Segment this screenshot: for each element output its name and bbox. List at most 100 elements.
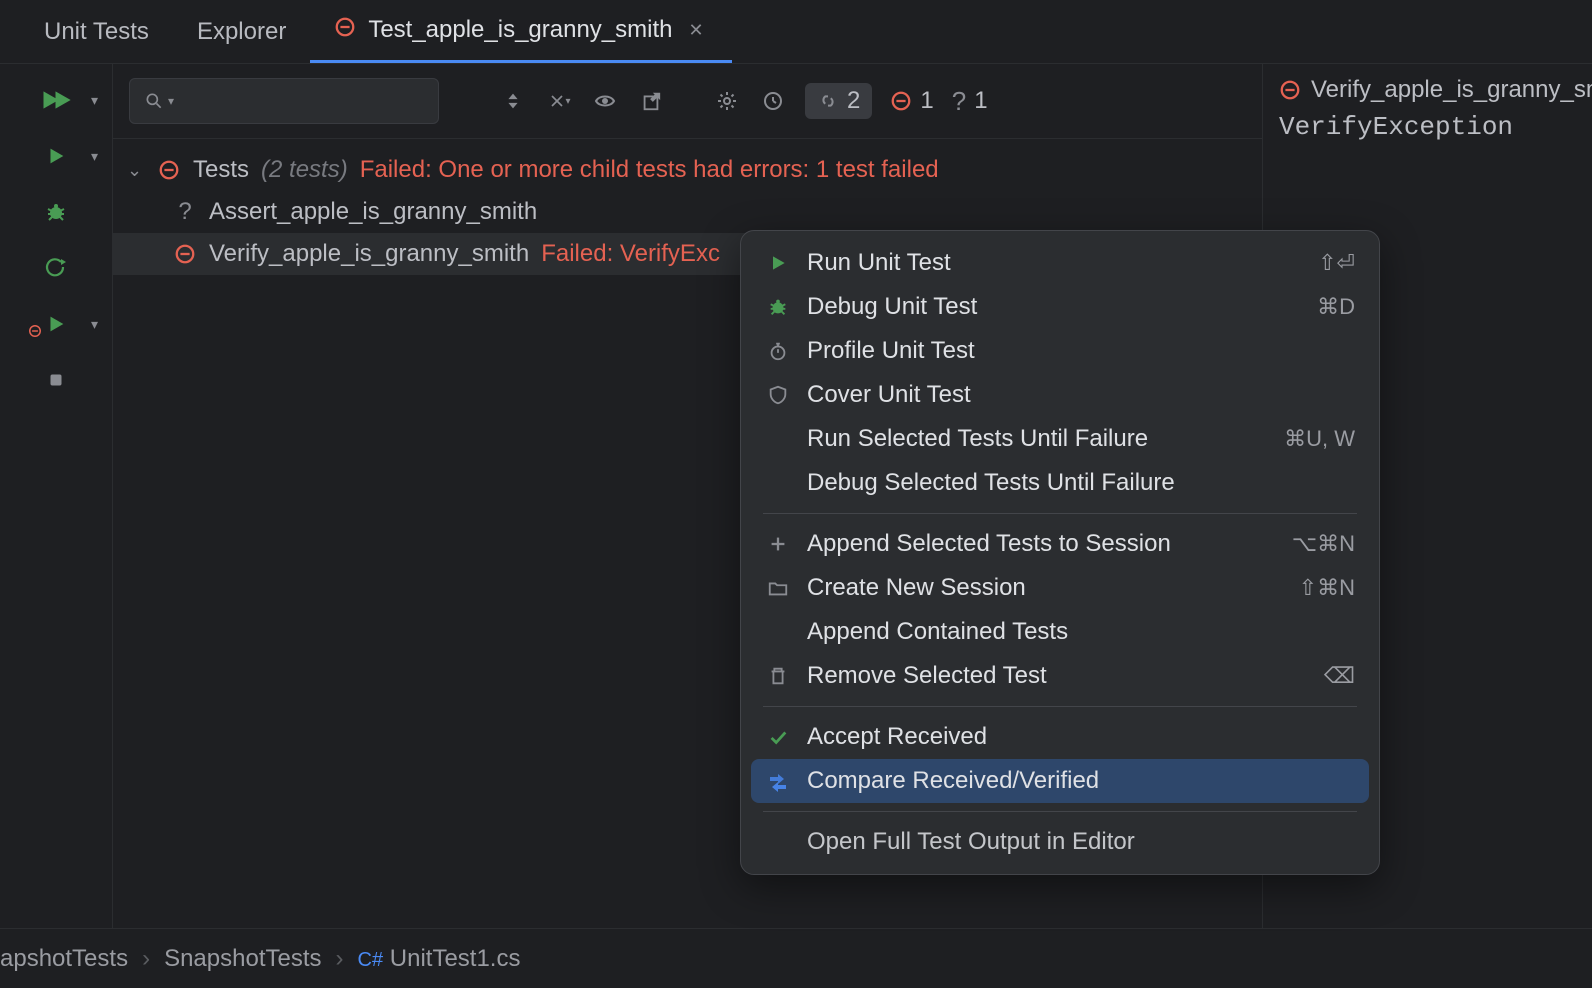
- tree-count: (2 tests): [261, 156, 348, 184]
- menu-label: Profile Unit Test: [807, 337, 1355, 365]
- menu-shortcut: ⌫: [1324, 663, 1355, 689]
- menu-accept-received[interactable]: Accept Received: [751, 715, 1369, 759]
- menu-label: Remove Selected Test: [807, 662, 1308, 690]
- tree-label: Assert_apple_is_granny_smith: [209, 198, 537, 226]
- menu-append-to-session[interactable]: Append Selected Tests to Session ⌥⌘N: [751, 522, 1369, 566]
- fail-icon: [334, 16, 356, 45]
- menu-label: Run Selected Tests Until Failure: [807, 425, 1268, 453]
- rerun-button[interactable]: [32, 252, 80, 284]
- bug-icon: [765, 294, 791, 320]
- menu-separator: [763, 811, 1357, 812]
- action-sidebar: ▾ ▾ ▾: [0, 64, 112, 928]
- compare-icon: [765, 768, 791, 794]
- debug-button[interactable]: [32, 196, 80, 228]
- menu-label: Append Contained Tests: [807, 618, 1355, 646]
- menu-shortcut: ⇧⏎: [1318, 250, 1355, 276]
- tree-toolbar: ▾ ▾ 2 1 ? 1: [113, 64, 1262, 139]
- search-input[interactable]: ▾: [129, 78, 439, 124]
- plus-icon: [765, 531, 791, 557]
- menu-run-until-failure[interactable]: Run Selected Tests Until Failure ⌘U, W: [751, 417, 1369, 461]
- tab-active-test[interactable]: Test_apple_is_granny_smith ✕: [310, 0, 731, 63]
- trash-icon: [765, 663, 791, 689]
- run-all-button[interactable]: ▾: [32, 84, 80, 116]
- menu-label: Compare Received/Verified: [807, 767, 1355, 795]
- chevron-right-icon: ›: [142, 945, 150, 973]
- settings-button[interactable]: [713, 87, 741, 115]
- menu-compare-received-verified[interactable]: Compare Received/Verified: [751, 759, 1369, 803]
- stopwatch-icon: [765, 338, 791, 364]
- csharp-icon: C#: [358, 949, 384, 971]
- tab-explorer[interactable]: Explorer: [173, 0, 310, 63]
- breadcrumb-item[interactable]: SnapshotTests: [164, 945, 321, 973]
- menu-create-new-session[interactable]: Create New Session ⇧⌘N: [751, 566, 1369, 610]
- details-title-text: Verify_apple_is_granny_sm: [1311, 76, 1592, 104]
- chevron-down-icon: ▾: [91, 316, 98, 333]
- menu-label: Open Full Test Output in Editor: [807, 828, 1355, 856]
- breadcrumb-item[interactable]: apshotTests: [0, 945, 128, 973]
- fail-icon: [157, 158, 181, 182]
- count-value: 1: [920, 87, 933, 115]
- chevron-down-icon[interactable]: ⌄: [127, 160, 145, 181]
- unknown-icon: ?: [173, 200, 197, 224]
- fail-icon: [1279, 78, 1301, 102]
- fail-icon: [173, 242, 197, 266]
- breadcrumb-file: UnitTest1.cs: [390, 945, 521, 972]
- menu-debug-until-failure[interactable]: Debug Selected Tests Until Failure: [751, 461, 1369, 505]
- history-button[interactable]: [759, 87, 787, 115]
- stop-button[interactable]: [32, 364, 80, 396]
- export-button[interactable]: [637, 87, 665, 115]
- unknown-count[interactable]: ? 1: [952, 86, 988, 117]
- menu-profile-unit-test[interactable]: Profile Unit Test: [751, 329, 1369, 373]
- clear-button[interactable]: ▾: [545, 87, 573, 115]
- play-icon: [765, 250, 791, 276]
- menu-shortcut: ⌘D: [1317, 294, 1355, 320]
- menu-label: Append Selected Tests to Session: [807, 530, 1276, 558]
- menu-remove-test[interactable]: Remove Selected Test ⌫: [751, 654, 1369, 698]
- count-value: 1: [974, 87, 987, 115]
- breadcrumb: apshotTests › SnapshotTests › C# UnitTes…: [0, 928, 1592, 988]
- view-button[interactable]: [591, 87, 619, 115]
- menu-label: Cover Unit Test: [807, 381, 1355, 409]
- shield-icon: [765, 382, 791, 408]
- menu-shortcut: ⌥⌘N: [1292, 531, 1355, 557]
- tree-item-assert[interactable]: ? Assert_apple_is_granny_smith: [113, 191, 1262, 233]
- menu-label: Debug Unit Test: [807, 293, 1301, 321]
- menu-open-output-editor[interactable]: Open Full Test Output in Editor: [751, 820, 1369, 864]
- details-title: Verify_apple_is_granny_sm: [1279, 76, 1576, 104]
- chevron-down-icon: ▾: [91, 148, 98, 165]
- menu-run-unit-test[interactable]: Run Unit Test ⇧⏎: [751, 241, 1369, 285]
- exception-text: VerifyException: [1279, 112, 1576, 142]
- close-icon[interactable]: ✕: [685, 20, 708, 41]
- tab-unit-tests[interactable]: Unit Tests: [20, 0, 173, 63]
- context-menu: Run Unit Test ⇧⏎ Debug Unit Test ⌘D Prof…: [740, 230, 1380, 875]
- menu-label: Create New Session: [807, 574, 1283, 602]
- count-value: 2: [847, 87, 860, 115]
- tree-label: Verify_apple_is_granny_smith: [209, 240, 529, 268]
- expand-collapse-button[interactable]: [499, 87, 527, 115]
- menu-cover-unit-test[interactable]: Cover Unit Test: [751, 373, 1369, 417]
- tab-label: Unit Tests: [44, 18, 149, 46]
- linked-count[interactable]: 2: [805, 83, 872, 119]
- run-button[interactable]: ▾: [32, 140, 80, 172]
- menu-label: Debug Selected Tests Until Failure: [807, 469, 1355, 497]
- menu-label: Run Unit Test: [807, 249, 1302, 277]
- menu-separator: [763, 513, 1357, 514]
- tab-label: Explorer: [197, 18, 286, 46]
- menu-label: Accept Received: [807, 723, 1355, 751]
- failed-count[interactable]: 1: [890, 87, 933, 115]
- tree-error: Failed: One or more child tests had erro…: [360, 156, 939, 184]
- menu-separator: [763, 706, 1357, 707]
- tree-label: Tests: [193, 156, 249, 184]
- tree-root[interactable]: ⌄ Tests (2 tests) Failed: One or more ch…: [113, 149, 1262, 191]
- chevron-right-icon: ›: [336, 945, 344, 973]
- tree-error: Failed: VerifyExc: [541, 240, 720, 268]
- tab-bar: Unit Tests Explorer Test_apple_is_granny…: [0, 0, 1592, 64]
- run-failed-button[interactable]: ▾: [32, 308, 80, 340]
- menu-debug-unit-test[interactable]: Debug Unit Test ⌘D: [751, 285, 1369, 329]
- chevron-down-icon: ▾: [91, 92, 98, 109]
- tab-label: Test_apple_is_granny_smith: [368, 16, 672, 44]
- breadcrumb-item[interactable]: C# UnitTest1.cs: [358, 945, 521, 973]
- menu-shortcut: ⌘U, W: [1284, 426, 1355, 452]
- menu-append-contained[interactable]: Append Contained Tests: [751, 610, 1369, 654]
- folder-icon: [765, 575, 791, 601]
